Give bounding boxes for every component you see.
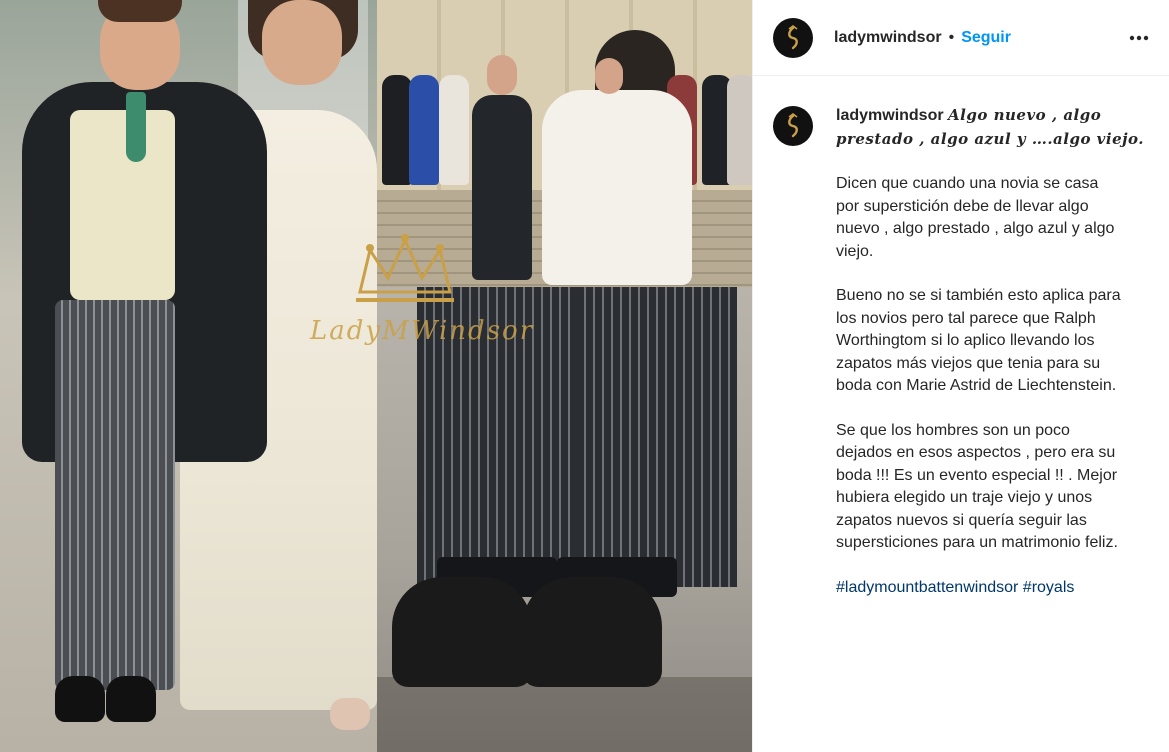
follow-button[interactable]: Seguir <box>961 29 1011 47</box>
bride-figure <box>542 90 692 285</box>
trouser-leg-right <box>577 287 737 587</box>
avatar[interactable] <box>773 106 813 146</box>
more-options-button[interactable] <box>1125 26 1153 50</box>
post-header: ladymwindsor • Seguir <box>753 0 1169 76</box>
post-sidebar: ladymwindsor • Seguir ladymwindsor Algo … <box>752 0 1169 752</box>
more-horizontal-icon <box>1129 35 1149 40</box>
header-username-link[interactable]: ladymwindsor <box>834 29 942 47</box>
watermark: LadyMWindsor <box>310 230 535 346</box>
crown-icon <box>356 234 454 302</box>
bride-head <box>262 0 342 85</box>
hashtag-link[interactable]: #ladymountbattenwindsor <box>836 579 1018 596</box>
groom-tie <box>126 92 146 162</box>
photo-couple-full <box>0 0 377 752</box>
groom-hair <box>98 0 182 22</box>
gold-crest-icon <box>788 24 798 49</box>
ground-shadow <box>377 677 752 752</box>
caption-first-line: ladymwindsor Algo nuevo , algo prestado … <box>836 104 1148 151</box>
caption-paragraph: Bueno no se si también esto aplica para … <box>836 287 1121 394</box>
caption-body: ladymwindsor Algo nuevo , algo prestado … <box>836 104 1148 599</box>
groom-trousers <box>55 300 175 690</box>
old-loafer-right <box>522 577 662 687</box>
hashtag-link[interactable]: #royals <box>1023 579 1075 596</box>
guest-figure <box>409 75 439 185</box>
caption-paragraph: Dicen que cuando una novia se casa por s… <box>836 175 1115 260</box>
bride-shoe <box>330 698 370 730</box>
caption-username-link[interactable]: ladymwindsor <box>836 107 944 124</box>
hashtag-list: #ladymountbattenwindsor #royals <box>836 577 1148 600</box>
photo-shoes-closeup <box>377 287 752 752</box>
post-caption: ladymwindsor Algo nuevo , algo prestado … <box>753 76 1169 599</box>
separator-dot: • <box>948 28 955 46</box>
groom-shoe-left <box>55 676 105 722</box>
guest-figure <box>727 75 752 185</box>
old-loafer-left <box>392 577 532 687</box>
guest-figure <box>382 75 412 185</box>
post-media[interactable]: LadyMWindsor <box>0 0 752 752</box>
groom-head <box>487 55 517 95</box>
caption-paragraph: Se que los hombres son un poco dejados e… <box>836 421 1118 552</box>
guest-figure <box>439 75 469 185</box>
groom-vest <box>70 110 175 300</box>
gold-crest-icon <box>788 113 798 138</box>
watermark-text: LadyMWindsor <box>310 316 535 346</box>
bride-head <box>595 58 623 94</box>
groom-shoe-right <box>106 676 156 722</box>
avatar[interactable] <box>773 17 813 58</box>
